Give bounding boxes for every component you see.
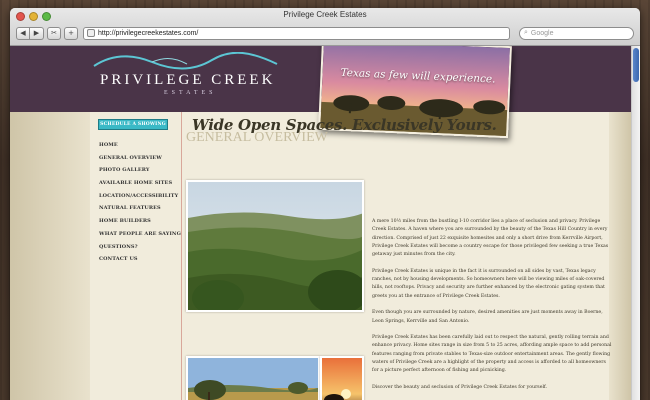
nav-item-testimonials[interactable]: WHAT PEOPLE ARE SAYING xyxy=(99,231,181,244)
nav-item-location[interactable]: LOCATION/ACCESSIBILITY xyxy=(99,193,181,206)
nav-item-general-overview[interactable]: GENERAL OVERVIEW xyxy=(99,155,181,168)
logo-name: PRIVILEGE CREEK xyxy=(100,72,276,88)
forward-button[interactable]: ▶ xyxy=(30,26,44,40)
nav-item-home-builders[interactable]: HOME BUILDERS xyxy=(99,218,181,231)
browser-toolbar: ◀ ▶ ✂ + http://privilegecreekestates.com… xyxy=(16,24,634,42)
vertical-scrollbar[interactable] xyxy=(631,46,640,400)
url-text: http://privilegecreekestates.com/ xyxy=(98,29,199,37)
window-title: Privilege Creek Estates xyxy=(283,10,367,19)
paragraph: Even though you are surrounded by nature… xyxy=(372,310,603,324)
add-bookmark-button[interactable]: + xyxy=(64,26,78,40)
site-favicon-icon xyxy=(87,29,95,37)
forward-arrow-icon: ▶ xyxy=(33,28,40,37)
back-button[interactable]: ◀ xyxy=(16,26,30,40)
plus-icon: + xyxy=(68,28,74,37)
web-page: PRIVILEGE CREEK ESTATES Texas as few wil… xyxy=(10,46,640,400)
hill-country-landscape-image xyxy=(188,182,362,310)
search-field[interactable]: ⌕ Google xyxy=(519,26,634,40)
nav-item-questions[interactable]: QUESTIONS? xyxy=(99,244,181,257)
refresh-icon: ✂ xyxy=(51,28,57,37)
paragraph: Discover the beauty and seclusion of Pri… xyxy=(372,384,548,390)
browser-titlebar: Privilege Creek Estates ◀ ▶ ✂ + http://p… xyxy=(10,8,640,46)
sunset-tree-image xyxy=(322,358,362,400)
site-header: PRIVILEGE CREEK ESTATES Texas as few wil… xyxy=(10,46,631,139)
sidebar-nav: HOME GENERAL OVERVIEW PHOTO GALLERY AVAI… xyxy=(99,142,181,269)
nav-item-natural-features[interactable]: NATURAL FEATURES xyxy=(99,205,181,218)
refresh-button[interactable]: ✂ xyxy=(47,26,61,40)
logo-subtitle: ESTATES xyxy=(164,90,217,96)
site-logo[interactable]: PRIVILEGE CREEK ESTATES xyxy=(92,52,292,104)
nav-item-photo-gallery[interactable]: PHOTO GALLERY xyxy=(99,167,181,180)
back-arrow-icon: ◀ xyxy=(20,28,26,37)
scrollbar-thumb[interactable] xyxy=(633,48,639,82)
paragraph: Privilege Creek Estates is unique in the… xyxy=(372,268,605,299)
paragraph: Privilege Creek Estates has been careful… xyxy=(372,335,612,374)
nav-buttons: ◀ ▶ xyxy=(16,26,44,40)
search-placeholder: Google xyxy=(530,29,554,37)
main-content: Wide Open Spaces. Exclusively Yours. GEN… xyxy=(186,112,611,400)
section-title: GENERAL OVERVIEW xyxy=(186,130,328,145)
browser-window: Privilege Creek Estates ◀ ▶ ✂ + http://p… xyxy=(10,8,640,400)
nav-item-contact-us[interactable]: CONTACT US xyxy=(99,256,181,269)
paragraph: A mere 10½ miles from the bustling I-10 … xyxy=(372,219,609,258)
hill-country-photo xyxy=(186,180,364,312)
meadow-landscape-image xyxy=(188,358,318,400)
search-icon: ⌕ xyxy=(524,29,528,36)
schedule-showing-button[interactable]: SCHEDULE A SHOWING xyxy=(98,119,168,130)
nav-item-home[interactable]: HOME xyxy=(99,142,181,155)
meadow-photo xyxy=(186,356,320,400)
overview-text: A mere 10½ miles from the bustling I-10 … xyxy=(372,218,614,400)
left-margin xyxy=(10,112,90,400)
sunset-tree-photo xyxy=(320,356,364,400)
sidebar: SCHEDULE A SHOWING HOME GENERAL OVERVIEW… xyxy=(94,112,182,400)
nav-item-available-home-sites[interactable]: AVAILABLE HOME SITES xyxy=(99,180,181,193)
address-bar[interactable]: http://privilegecreekestates.com/ xyxy=(83,26,510,40)
